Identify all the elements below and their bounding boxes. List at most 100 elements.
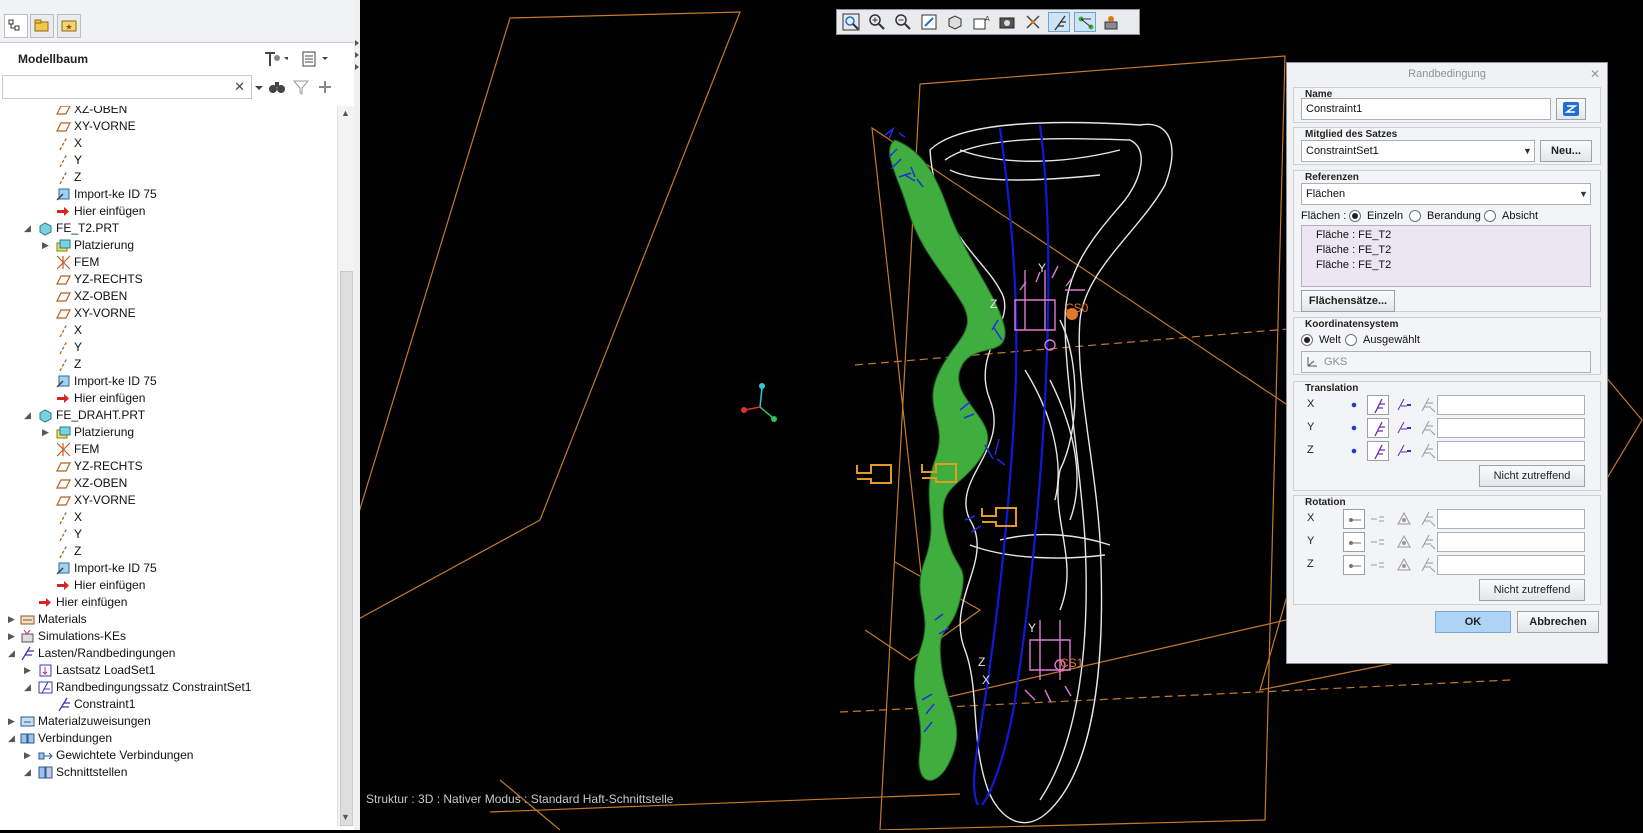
ok-button[interactable]: OK xyxy=(1435,611,1511,633)
tree-item[interactable]: ▶ Gewichtete Verbindungen xyxy=(0,747,335,764)
tree-item[interactable]: ▶ Lastsatz LoadSet1 xyxy=(0,662,335,679)
name-cycle-button[interactable] xyxy=(1556,98,1586,120)
radio-boundary[interactable] xyxy=(1409,210,1421,222)
translation-y-dof-prescribed-button[interactable] xyxy=(1393,418,1415,438)
tree-item[interactable]: XY-VORNE xyxy=(0,305,335,322)
tree-item[interactable]: X xyxy=(0,509,335,526)
chevron-down-icon[interactable]: ▼ xyxy=(1523,146,1532,156)
translation-y-value-input[interactable] xyxy=(1437,418,1585,438)
tree-item[interactable]: ▶ Simulations-KEs xyxy=(0,628,335,645)
tree-item[interactable]: ▶ Platzierung xyxy=(0,237,335,254)
rotation-z-dof-function-button[interactable] xyxy=(1417,555,1439,575)
rotation-x-value-input[interactable] xyxy=(1437,509,1585,529)
tree-item[interactable]: Z xyxy=(0,543,335,560)
translation-y-dof-function-button[interactable] xyxy=(1417,418,1439,438)
connection-display-button[interactable] xyxy=(1074,12,1096,32)
rotation-x-dof-function-button[interactable] xyxy=(1417,509,1439,529)
expand-arrow-icon[interactable]: ▶ xyxy=(42,424,52,441)
collapse-arrow-icon[interactable]: ◢ xyxy=(24,764,34,781)
tree-item[interactable]: Z xyxy=(0,356,335,373)
collapse-arrow-icon[interactable]: ◢ xyxy=(24,679,34,696)
chevron-down-icon[interactable]: ▼ xyxy=(1579,189,1588,199)
radio-selected[interactable] xyxy=(1345,334,1357,346)
tree-item[interactable]: X xyxy=(0,135,335,152)
tree-item[interactable]: Constraint1 xyxy=(0,696,335,713)
collapse-arrow-icon[interactable]: ◢ xyxy=(8,645,18,662)
tree-item[interactable]: ▶ Materialzuweisungen xyxy=(0,713,335,730)
radio-world[interactable] xyxy=(1301,334,1313,346)
scroll-down-icon[interactable]: ▼ xyxy=(341,812,350,822)
rotation-x-dof-free-button[interactable] xyxy=(1343,509,1365,529)
view-manager-button[interactable] xyxy=(996,12,1018,32)
collapse-arrow-icon[interactable]: ◢ xyxy=(8,730,18,747)
translation-not-applicable-button[interactable]: Nicht zutreffend xyxy=(1479,465,1585,487)
radio-offset[interactable] xyxy=(1484,210,1496,222)
zoom-out-button[interactable] xyxy=(892,12,914,32)
rotation-y-dof-free-button[interactable] xyxy=(1343,532,1365,552)
expand-arrow-icon[interactable]: ▶ xyxy=(24,662,34,679)
translation-x-dof-free-button[interactable] xyxy=(1343,395,1365,415)
tree-item[interactable]: FEM xyxy=(0,441,335,458)
expand-arrow-icon[interactable]: ▶ xyxy=(8,628,18,645)
rotation-y-value-input[interactable] xyxy=(1437,532,1585,552)
tree-item[interactable]: Import-ke ID 75 xyxy=(0,186,335,203)
translation-z-dof-function-button[interactable] xyxy=(1417,441,1439,461)
tree-item[interactable]: Z xyxy=(0,169,335,186)
tab-favorites[interactable]: ★ xyxy=(57,14,81,38)
tree-item[interactable]: ◢ Schnittstellen xyxy=(0,764,335,781)
tree-item[interactable]: ◢ Randbedingungssatz ConstraintSet1 xyxy=(0,679,335,696)
translation-x-dof-prescribed-button[interactable] xyxy=(1393,395,1415,415)
rotation-y-dof-prescribed-button[interactable] xyxy=(1393,532,1415,552)
new-set-button[interactable]: Neu... xyxy=(1540,140,1592,162)
rotation-z-dof-fixed-button[interactable] xyxy=(1367,555,1389,575)
tree-item[interactable]: Import-ke ID 75 xyxy=(0,560,335,577)
tree-item[interactable]: ◢ Lasten/Randbedingungen xyxy=(0,645,335,662)
collapse-arrow-icon[interactable]: ◢ xyxy=(24,220,34,237)
translation-y-dof-free-button[interactable] xyxy=(1343,418,1365,438)
references-dropdown[interactable]: Flächen xyxy=(1301,183,1591,205)
tree-item[interactable]: ◢ Verbindungen xyxy=(0,730,335,747)
name-input[interactable]: Constraint1 xyxy=(1301,98,1551,120)
tree-scrollbar[interactable]: ▲ ▼ xyxy=(337,106,355,826)
rotation-y-dof-fixed-button[interactable] xyxy=(1367,532,1389,552)
rotation-x-dof-prescribed-button[interactable] xyxy=(1393,509,1415,529)
constraint-display-button[interactable] xyxy=(1048,12,1070,32)
collapse-arrow-icon[interactable]: ◢ xyxy=(24,407,34,424)
translation-x-dof-fixed-button[interactable] xyxy=(1367,395,1389,415)
zoom-in-button[interactable] xyxy=(866,12,888,32)
tree-item[interactable]: ▶ Materials xyxy=(0,611,335,628)
saved-views-button[interactable]: AB xyxy=(970,12,992,32)
annotation-display-button[interactable] xyxy=(1100,12,1122,32)
surface-reference-list[interactable]: Fläche : FE_T2 Fläche : FE_T2 Fläche : F… xyxy=(1301,225,1591,287)
tree-item[interactable]: FEM xyxy=(0,254,335,271)
display-style-button[interactable] xyxy=(944,12,966,32)
close-icon[interactable]: ✕ xyxy=(1590,67,1600,81)
tab-folder-browser[interactable] xyxy=(30,14,54,38)
tree-item[interactable]: Import-ke ID 75 xyxy=(0,373,335,390)
clear-icon[interactable]: ✕ xyxy=(234,79,245,95)
expand-arrow-icon[interactable]: ▶ xyxy=(8,611,18,628)
surface-sets-button[interactable]: Flächensätze... xyxy=(1301,290,1395,312)
tree-item[interactable]: XZ-OBEN xyxy=(0,288,335,305)
translation-y-dof-fixed-button[interactable] xyxy=(1367,418,1389,438)
tree-item[interactable]: Y xyxy=(0,339,335,356)
tree-item[interactable]: ▶ Platzierung xyxy=(0,424,335,441)
rotation-z-dof-prescribed-button[interactable] xyxy=(1393,555,1415,575)
translation-z-dof-free-button[interactable] xyxy=(1343,441,1365,461)
rotation-x-dof-fixed-button[interactable] xyxy=(1367,509,1389,529)
translation-z-dof-fixed-button[interactable] xyxy=(1367,441,1389,461)
rotation-z-value-input[interactable] xyxy=(1437,555,1585,575)
tree-item[interactable]: YZ-RECHTS xyxy=(0,458,335,475)
tree-item[interactable]: Hier einfügen xyxy=(0,594,335,611)
tree-item[interactable]: XZ-OBEN xyxy=(0,475,335,492)
zoom-fit-button[interactable] xyxy=(840,12,862,32)
csys-field[interactable]: GKS xyxy=(1301,351,1591,373)
filter-icon[interactable] xyxy=(292,78,310,96)
list-item[interactable]: Fläche : FE_T2 xyxy=(1316,229,1391,241)
tree-item[interactable]: Hier einfügen xyxy=(0,203,335,220)
tree-item[interactable]: YZ-RECHTS xyxy=(0,271,335,288)
translation-x-value-input[interactable] xyxy=(1437,395,1585,415)
tree-item[interactable]: Hier einfügen xyxy=(0,390,335,407)
tree-item[interactable]: XY-VORNE xyxy=(0,492,335,509)
tree-item[interactable]: Y xyxy=(0,526,335,543)
